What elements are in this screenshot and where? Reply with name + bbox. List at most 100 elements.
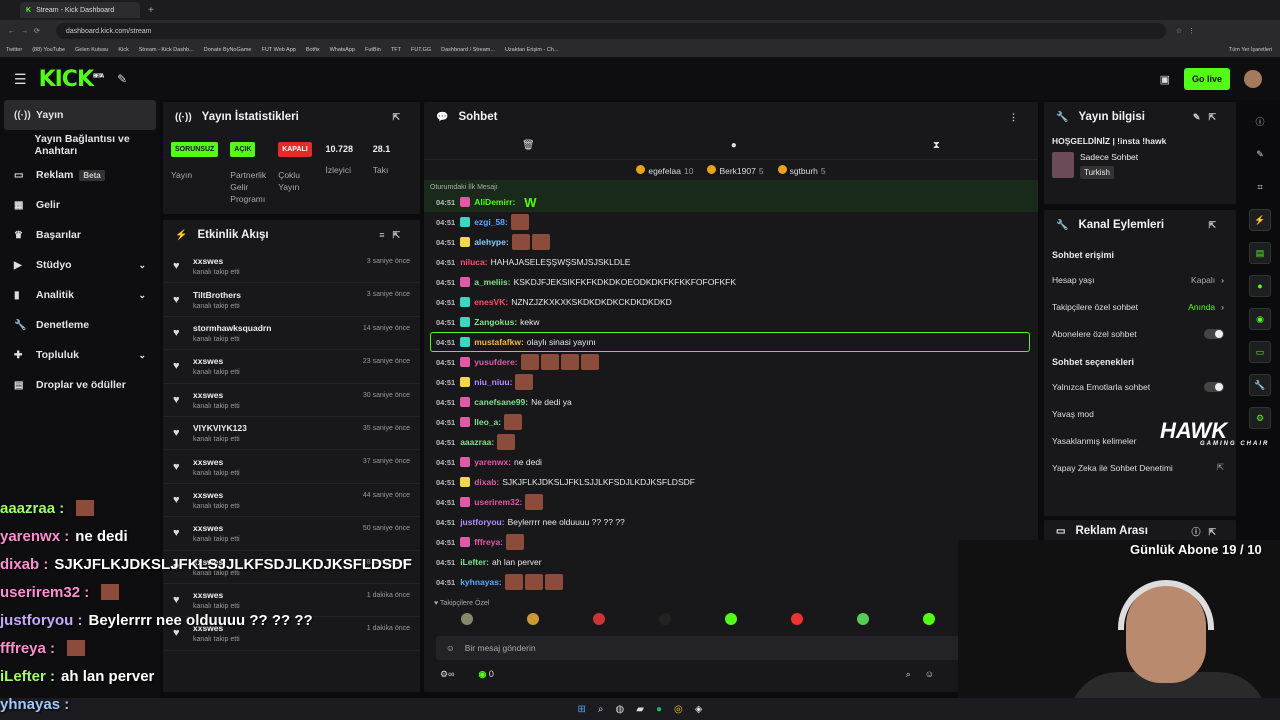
broadcast-icon[interactable]: ◉: [1249, 308, 1271, 330]
message-username[interactable]: fffreya:: [474, 537, 503, 547]
document-icon[interactable]: ▤: [1249, 242, 1271, 264]
category-name[interactable]: Sadece Sohbet: [1080, 152, 1138, 162]
activity-username[interactable]: VIYKVIYK123: [193, 423, 247, 433]
chat-message[interactable]: 04:51 canefsane99: Ne dedi ya: [424, 392, 1038, 412]
popout-icon[interactable]: ⇱: [392, 112, 408, 123]
bookmark-item[interactable]: (88) YouTube: [32, 47, 65, 53]
activity-username[interactable]: xxswes: [193, 256, 240, 266]
activity-username[interactable]: xxswes: [193, 356, 240, 366]
sidebar-item[interactable]: ▶ Stüdyo ⌄: [0, 250, 160, 280]
sidebar-item[interactable]: 🔧 Denetleme: [0, 310, 160, 340]
chat-message[interactable]: 04:51 aaazraa:: [424, 432, 1038, 452]
chat-message[interactable]: 04:51 a_meliis: KSKDJFJEKSIKFKFKDKDKOEODKD…: [424, 272, 1038, 292]
pin-icon[interactable]: ✎: [117, 72, 127, 86]
search-icon[interactable]: ⌕: [598, 704, 604, 715]
sidebar-item[interactable]: ✚ Topluluk ⌄: [0, 340, 160, 370]
bookmark-item[interactable]: Kick: [118, 47, 128, 53]
message-username[interactable]: niluca:: [460, 257, 487, 267]
bookmark-item[interactable]: Twitter: [6, 47, 22, 53]
bookmark-item[interactable]: Botfix: [306, 47, 320, 53]
emote-icon[interactable]: [857, 613, 869, 625]
bookmark-item[interactable]: TFT: [391, 47, 401, 53]
edit-popout-icon[interactable]: ✎⇱: [1193, 112, 1224, 123]
chat-message[interactable]: 04:51 lleo_a:: [424, 412, 1038, 432]
message-username[interactable]: dixab:: [474, 477, 499, 487]
edit-icon[interactable]: ✎: [1249, 143, 1271, 165]
chat-message[interactable]: 04:51 kyhnayas:: [424, 572, 1038, 592]
url-field[interactable]: dashboard.kick.com/stream: [55, 23, 1166, 39]
hourglass-icon[interactable]: ⧗: [933, 140, 940, 151]
bookmark-item[interactable]: Gelen Kutusu: [75, 47, 108, 53]
message-username[interactable]: enesVK:: [474, 297, 508, 307]
message-username[interactable]: ezgi_58:: [474, 217, 508, 227]
sidebar-item[interactable]: ▤ Droplar ve ödüller: [0, 370, 160, 400]
camera-icon[interactable]: ▣: [1160, 73, 1170, 86]
bolt-icon[interactable]: ⚡: [1249, 209, 1271, 231]
language-tag[interactable]: Turkish: [1080, 166, 1114, 179]
chat-message[interactable]: 04:51 enesVK: NZNZJZKXKXKSKDKDKDKCKDKDKDKD: [424, 292, 1038, 312]
avatar[interactable]: [1244, 70, 1262, 88]
message-username[interactable]: canefsane99:: [474, 397, 528, 407]
popout-icon[interactable]: ⇱: [1208, 220, 1224, 231]
crop-icon[interactable]: ⌗: [1249, 176, 1271, 198]
sidebar-item[interactable]: ▭ Reklam Beta: [0, 160, 160, 190]
chat-icon[interactable]: ●: [1249, 275, 1271, 297]
browser-tab[interactable]: K Stream - Kick Dashboard: [20, 2, 140, 18]
message-username[interactable]: justforyou:: [460, 517, 504, 527]
follower-chat-option[interactable]: Takipçilere özel sohbet Anında ›: [1044, 293, 1236, 320]
gifter[interactable]: egefelaa 10: [636, 164, 693, 176]
chrome-icon[interactable]: ◎: [674, 704, 683, 715]
message-username[interactable]: Zangokus:: [474, 317, 517, 327]
bookmark-item[interactable]: FUT.GG: [411, 47, 431, 53]
bookmark-item[interactable]: WhatsApp: [330, 47, 355, 53]
emote-icon[interactable]: [593, 613, 605, 625]
message-username[interactable]: yusufdere:: [474, 357, 517, 367]
message-username[interactable]: niu_niuu:: [474, 377, 512, 387]
emote-icon[interactable]: [923, 613, 935, 625]
chat-message[interactable]: 04:51 yusufdere:: [424, 352, 1038, 372]
emoji-icon[interactable]: ☺: [446, 643, 455, 653]
activity-username[interactable]: xxswes: [193, 390, 240, 400]
nav-arrows-icon[interactable]: ←→⟳: [8, 27, 46, 35]
browser-actions-icon[interactable]: ☆⋮: [1176, 27, 1201, 35]
sidebar-item[interactable]: Yayın Bağlantısı ve Anahtarı: [0, 130, 160, 160]
emote-icon[interactable]: [659, 613, 671, 625]
info-icon[interactable]: ⓘ: [1249, 110, 1271, 132]
message-username[interactable]: AliDemirr:: [474, 197, 515, 207]
wrench-icon[interactable]: 🔧: [1249, 374, 1271, 396]
chat-message[interactable]: 04:51 fffreya:: [424, 532, 1038, 552]
search-settings-icon[interactable]: ⌕☺: [906, 669, 948, 680]
bookmark-item[interactable]: Uzaktan Erişim - Ch...: [505, 47, 558, 53]
kick-logo[interactable]: KICKBETA: [39, 67, 105, 92]
chat-input[interactable]: ☺ Bir mesaj gönderin: [436, 636, 1026, 660]
all-bookmarks[interactable]: Tüm Yer İşaretleri: [1229, 47, 1272, 53]
message-username[interactable]: mustafafkw:: [474, 337, 524, 347]
chat-message[interactable]: 04:51 AliDemirr: W: [424, 192, 1038, 212]
go-live-button[interactable]: Go live: [1183, 68, 1230, 90]
chat-message[interactable]: 04:51 alehype:: [424, 232, 1038, 252]
bookmark-item[interactable]: FutBin: [365, 47, 381, 53]
folder-icon[interactable]: ▰: [636, 704, 644, 715]
steam-icon[interactable]: ◈: [695, 704, 703, 715]
chat-message[interactable]: 04:51 niluca: HAHAJASELEŞŞWŞSMJSJSKLDLE: [424, 252, 1038, 272]
filter-popout-icon[interactable]: ≡⇱: [379, 230, 408, 241]
points-display[interactable]: ◉ 0: [478, 669, 493, 680]
emote-icon[interactable]: [461, 613, 473, 625]
message-username[interactable]: alehype:: [474, 237, 509, 247]
message-username[interactable]: kyhnayas:: [460, 577, 502, 587]
trash-icon[interactable]: 🗑: [522, 140, 535, 151]
message-username[interactable]: yarenwx:: [474, 457, 511, 467]
account-age-option[interactable]: Hesap yaşı Kapalı ›: [1044, 266, 1236, 293]
chat-message[interactable]: 04:51 niu_niuu:: [424, 372, 1038, 392]
chat-bubble-icon[interactable]: ●: [731, 140, 737, 151]
gifter[interactable]: sgtburh 5: [777, 164, 826, 176]
windows-start-icon[interactable]: ⊞: [578, 704, 586, 715]
chat-message[interactable]: 04:51 iLefter: ah lan perver: [424, 552, 1038, 572]
emote-icon[interactable]: [527, 613, 539, 625]
sidebar-item[interactable]: ▦ Gelir: [0, 190, 160, 220]
info-popout-icon[interactable]: ⓘ⇱: [1191, 525, 1224, 538]
bookmark-item[interactable]: Donate ByNoGame: [204, 47, 252, 53]
emote-only-toggle[interactable]: [1204, 381, 1224, 392]
chat-more-icon[interactable]: ⋮: [1009, 112, 1026, 123]
emote-icon[interactable]: [791, 613, 803, 625]
